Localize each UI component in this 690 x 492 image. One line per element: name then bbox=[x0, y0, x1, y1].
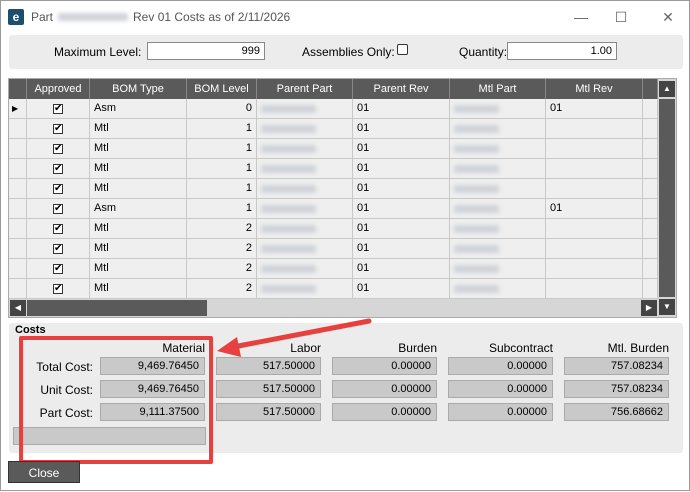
arrow-head bbox=[217, 337, 241, 357]
part-costs-window: e Part Rev 01 Costs as of 2/11/2026 — ☐ … bbox=[0, 0, 690, 491]
arrow-shaft bbox=[230, 318, 372, 350]
annotation-arrow bbox=[217, 318, 372, 357]
close-button[interactable]: Close bbox=[8, 461, 80, 483]
